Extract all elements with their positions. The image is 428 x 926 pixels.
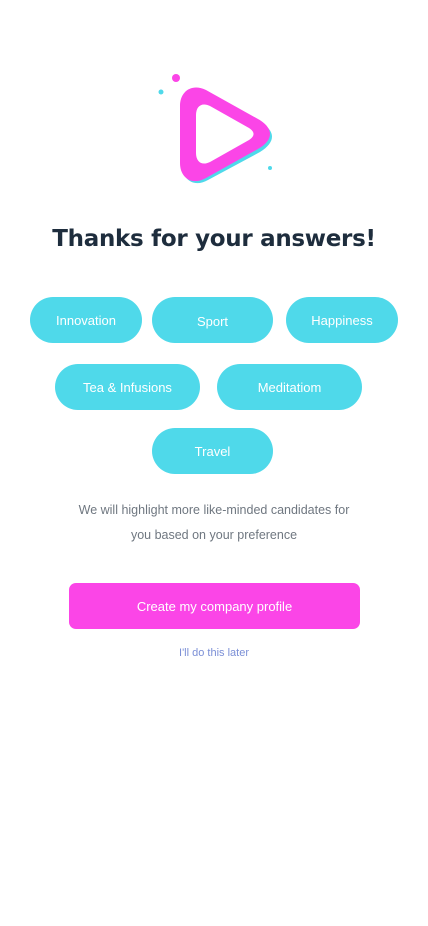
- interest-chip-sport[interactable]: Sport: [152, 297, 273, 343]
- page-title: Thanks for your answers!: [52, 226, 376, 252]
- interest-chip-tea-infusions[interactable]: Tea & Infusions: [55, 364, 200, 410]
- skip-link[interactable]: I'll do this later: [0, 647, 428, 659]
- interest-chip-innovation[interactable]: Innovation: [30, 297, 142, 343]
- app-logo-icon: [154, 70, 278, 190]
- create-company-profile-button[interactable]: Create my company profile: [69, 583, 360, 629]
- interest-chip-happiness[interactable]: Happiness: [286, 297, 398, 343]
- description-text: We will highlight more like-minded candi…: [40, 498, 388, 548]
- description-line-1: We will highlight more like-minded candi…: [78, 503, 350, 517]
- interest-chip-travel[interactable]: Travel: [152, 428, 273, 474]
- interest-chip-meditation[interactable]: Meditatiom: [217, 364, 362, 410]
- description-line-2: you based on your preference: [130, 528, 298, 542]
